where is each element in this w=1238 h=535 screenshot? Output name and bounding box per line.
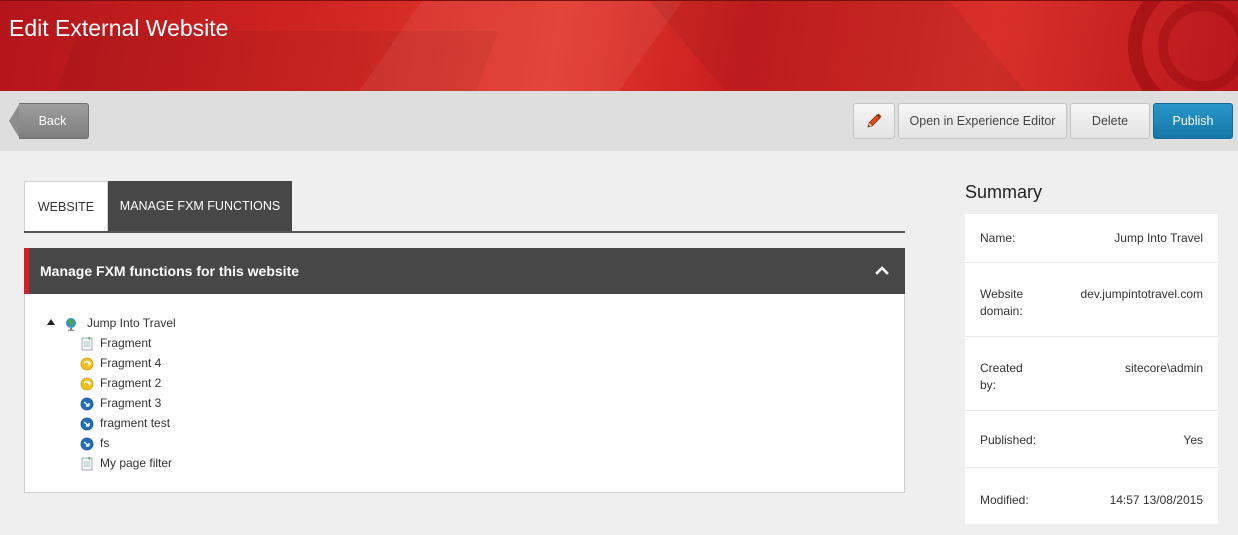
tree-item-label: fragment test (100, 416, 171, 430)
summary-value: Yes (1183, 433, 1203, 447)
page-title: Edit External Website (9, 15, 229, 41)
summary-row-modified: Modified: 14:57 13/08/2015 (965, 468, 1218, 524)
blue-arrow-icon (80, 397, 94, 411)
summary-value: dev.jumpintotravel.com (1080, 287, 1204, 301)
toolbar: Back Open in Experience Editor Delete Pu… (0, 91, 1238, 151)
blue-arrow-icon (80, 437, 94, 451)
tab-website[interactable]: WEBSITE (24, 181, 108, 231)
summary-value: 14:57 13/08/2015 (1109, 493, 1203, 507)
summary-row-published: Published: Yes (965, 411, 1218, 468)
edit-button[interactable] (853, 103, 895, 139)
summary-value: sitecore\admin (1124, 361, 1203, 375)
panel-title: Manage FXM functions for this website (40, 263, 300, 279)
chevron-up-icon[interactable] (873, 261, 891, 279)
tab-manage-fxm-functions[interactable]: MANAGE FXM FUNCTIONS (108, 181, 292, 231)
tree-root-label: Jump Into Travel (87, 316, 176, 330)
summary-card: Name: Jump Into Travel Website domain: d… (965, 214, 1218, 524)
tree-item-label: Fragment (100, 336, 152, 350)
summary-key: Website domain: (980, 287, 1024, 318)
back-button-label: Back (19, 103, 89, 139)
summary-key: Published: (980, 433, 1037, 447)
page-icon (81, 457, 93, 471)
summary-row-domain: Website domain: dev.jumpintotravel.com (965, 263, 1218, 337)
tree-item-label: Fragment 3 (100, 396, 162, 410)
summary-row-created-by: Created by: sitecore\admin (965, 337, 1218, 411)
open-experience-editor-button[interactable]: Open in Experience Editor (898, 103, 1067, 139)
tab-bar: WEBSITE MANAGE FXM FUNCTIONS (24, 181, 905, 233)
summary-row-name: Name: Jump Into Travel (965, 214, 1218, 263)
yellow-arrow-icon (80, 357, 94, 371)
summary-value: Jump Into Travel (1114, 231, 1203, 245)
tree-item-label: My page filter (100, 456, 173, 470)
page-icon (81, 337, 93, 351)
app-header: Edit External Website (0, 0, 1238, 91)
blue-arrow-icon (80, 417, 94, 431)
globe-icon (66, 318, 76, 331)
summary-key: Created by: (980, 361, 1023, 392)
tree-item-label: fs (100, 436, 110, 450)
summary-key: Modified: (980, 493, 1029, 507)
header-decoration (641, 1, 1059, 91)
header-logo-swirl (1158, 1, 1238, 91)
back-button[interactable]: Back (9, 103, 89, 139)
expand-toggle-icon[interactable] (47, 319, 55, 325)
delete-button[interactable]: Delete (1070, 103, 1150, 139)
panel-header[interactable]: Manage FXM functions for this website (24, 248, 905, 294)
tree-item-label: Fragment 4 (100, 356, 162, 370)
tree-item-label: Fragment 2 (100, 376, 162, 390)
summary-key: Name: (980, 231, 1016, 245)
pencil-icon (867, 113, 882, 128)
summary-title: Summary (965, 182, 1043, 202)
fxm-functions-panel: Manage FXM functions for this website Ju… (24, 248, 905, 493)
yellow-arrow-icon (80, 377, 94, 391)
publish-button[interactable]: Publish (1153, 103, 1233, 139)
